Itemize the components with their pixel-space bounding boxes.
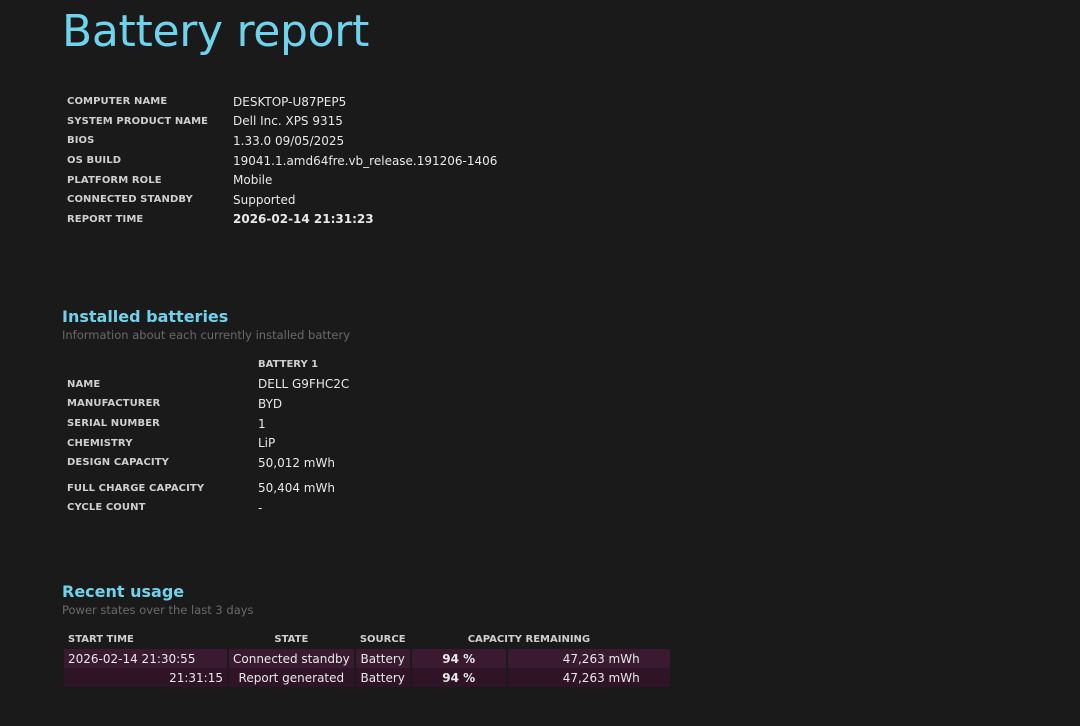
installed-batteries-subtitle: Information about each currently install… (62, 328, 351, 342)
recent-usage-subtitle: Power states over the last 3 days (62, 603, 254, 617)
battery-name-value: DELL G9FHC2C (258, 377, 350, 392)
os-build-value: 19041.1.amd64fre.vb_release.191206-1406 (233, 153, 498, 168)
state-header: STATE (274, 634, 309, 645)
bios-label: BIOS (67, 135, 95, 147)
full-charge-capacity-value: 50,404 mWh (258, 481, 335, 496)
serial-number-label: SERIAL NUMBER (67, 418, 160, 430)
manufacturer-label: MANUFACTURER (67, 398, 161, 410)
battery-info-row: DESIGN CAPACITY 50,012 mWh (67, 453, 349, 473)
source-cell: Battery (355, 668, 410, 687)
computer-name-value: DESKTOP-U87PEP5 (233, 94, 347, 109)
system-product-name-label: SYSTEM PRODUCT NAME (67, 115, 209, 127)
page-title: Battery report (62, 6, 370, 57)
recent-usage-heading: Recent usage (62, 582, 185, 601)
report-time-value: 2026-02-14 21:31:23 (233, 212, 374, 227)
capacity-mwh-cell: 47,263 mWh (507, 668, 670, 687)
system-product-name-value: Dell Inc. XPS 9315 (233, 114, 343, 129)
capacity-mwh-cell: 47,263 mWh (507, 649, 670, 668)
source-header: SOURCE (359, 634, 406, 645)
table-row: 21:31:15 Report generated Battery 94 % 4… (64, 668, 670, 687)
design-capacity-value: 50,012 mWh (258, 455, 335, 470)
platform-role-value: Mobile (233, 173, 273, 188)
table-row: 2026-02-14 21:30:55 Connected standby Ba… (64, 649, 670, 668)
connected-standby-value: Supported (233, 192, 296, 207)
system-info-row: CONNECTED STANDBY Supported (67, 190, 497, 210)
chemistry-value: LiP (258, 436, 276, 451)
system-info-row: PLATFORM ROLE Mobile (67, 170, 497, 190)
capacity-remaining-header: CAPACITY REMAINING (467, 634, 591, 645)
installed-batteries-heading: Installed batteries (62, 307, 229, 326)
battery-info-row: SERIAL NUMBER 1 (67, 414, 349, 434)
recent-usage-header-row: START TIME STATE SOURCE CAPACITY REMAINI… (64, 630, 670, 649)
system-info-row: BIOS 1.33.0 09/05/2025 (67, 131, 497, 151)
full-charge-capacity-label: FULL CHARGE CAPACITY (67, 482, 205, 494)
bios-value: 1.33.0 09/05/2025 (233, 133, 345, 148)
report-time-label: REPORT TIME (67, 213, 144, 225)
system-info-row: OS BUILD 19041.1.amd64fre.vb_release.191… (67, 151, 497, 171)
recent-usage-table: START TIME STATE SOURCE CAPACITY REMAINI… (62, 630, 672, 687)
computer-name-label: COMPUTER NAME (67, 96, 168, 108)
battery-info-row: NAME DELL G9FHC2C (67, 375, 349, 395)
battery-name-label: NAME (67, 378, 101, 390)
battery-info-row: FULL CHARGE CAPACITY 50,404 mWh (67, 479, 349, 499)
battery-info-row: MANUFACTURER BYD (67, 394, 349, 414)
capacity-percent-cell: 94 % (411, 649, 506, 668)
battery-info-table: BATTERY 1 NAME DELL G9FHC2C MANUFACTURER… (67, 355, 349, 518)
system-info-row: COMPUTER NAME DESKTOP-U87PEP5 (67, 92, 497, 112)
battery-column-header-row: BATTERY 1 (67, 355, 349, 375)
system-info-row: SYSTEM PRODUCT NAME Dell Inc. XPS 9315 (67, 112, 497, 132)
source-cell: Battery (355, 649, 410, 668)
start-time-header: START TIME (68, 634, 134, 645)
battery-info-row: CYCLE COUNT - (67, 498, 349, 518)
manufacturer-value: BYD (258, 396, 283, 411)
system-info-row: REPORT TIME 2026-02-14 21:31:23 (67, 210, 497, 230)
cycle-count-value: - (258, 500, 263, 515)
chemistry-label: CHEMISTRY (67, 437, 133, 449)
state-cell: Connected standby (229, 649, 354, 668)
battery-info-row: CHEMISTRY LiP (67, 433, 349, 453)
capacity-percent-cell: 94 % (411, 668, 506, 687)
platform-role-label: PLATFORM ROLE (67, 174, 162, 186)
battery-report-page: Battery report COMPUTER NAME DESKTOP-U87… (0, 0, 1080, 726)
system-info-table: COMPUTER NAME DESKTOP-U87PEP5 SYSTEM PRO… (67, 92, 497, 229)
connected-standby-label: CONNECTED STANDBY (67, 194, 193, 206)
cycle-count-label: CYCLE COUNT (67, 502, 146, 514)
state-cell: Report generated (229, 668, 354, 687)
design-capacity-label: DESIGN CAPACITY (67, 457, 169, 469)
start-time-cell: 21:31:15 (64, 668, 227, 687)
start-time-cell: 2026-02-14 21:30:55 (64, 649, 227, 668)
serial-number-value: 1 (258, 416, 266, 431)
battery-1-column-header: BATTERY 1 (258, 359, 319, 371)
os-build-label: OS BUILD (67, 155, 122, 167)
battery-header-spacer (67, 355, 258, 375)
